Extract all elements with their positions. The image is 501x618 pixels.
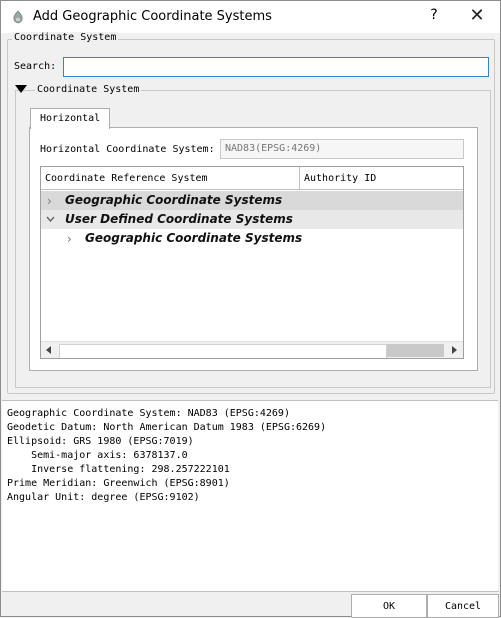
column-header-crs[interactable]: Coordinate Reference System [41,167,300,190]
coordinate-system-subgroup-title[interactable]: Coordinate System [35,84,142,95]
chevron-right-icon[interactable]: › [47,194,52,208]
ok-button[interactable]: OK [351,594,427,618]
column-header-authority-label: Authority ID [304,173,377,184]
close-button[interactable]: ✕ [466,5,488,27]
coordinate-system-group-title: Coordinate System [12,32,119,43]
tree-row[interactable]: › Geographic Coordinate Systems [41,191,463,210]
cancel-button[interactable]: Cancel [427,594,499,618]
tree-row-label: Geographic Coordinate Systems [85,231,303,245]
chevron-right-icon[interactable]: › [67,232,72,246]
app-globe-icon [13,10,23,24]
arrow-right-icon [452,346,457,354]
scrollbar-thumb[interactable] [59,344,387,358]
window-title: Add Geographic Coordinate Systems [33,9,272,24]
column-header-crs-label: Coordinate Reference System [45,173,208,184]
tree-row[interactable]: User Defined Coordinate Systems [41,210,463,229]
details-line: Semi-major axis: 6378137.0 [7,450,188,461]
search-label: Search: [14,61,57,72]
details-line: Geodetic Datum: North American Datum 198… [7,422,327,433]
details-line: Ellipsoid: GRS 1980 (EPSG:7019) [7,436,194,447]
tab-horizontal[interactable]: Horizontal [30,108,110,129]
scrollbar-track[interactable] [387,344,444,357]
ok-button-label: OK [382,601,396,612]
crs-tree-table: Coordinate Reference System Authority ID… [40,166,464,359]
tree-row-label: User Defined Coordinate Systems [65,212,293,226]
horizontal-cs-label: Horizontal Coordinate System: [40,144,215,155]
details-line: Angular Unit: degree (EPSG:9102) [7,492,200,503]
scroll-left-button[interactable] [41,342,58,358]
crs-details-panel: Geographic Coordinate System: NAD83 (EPS… [2,400,498,591]
collapse-triangle-icon[interactable] [15,85,27,93]
horizontal-cs-field: NAD83(EPSG:4269) [220,139,464,159]
title-bar: Add Geographic Coordinate Systems ? ✕ [1,1,500,33]
details-line: Geographic Coordinate System: NAD83 (EPS… [7,408,290,419]
tab-horizontal-label: Horizontal [40,113,101,124]
search-input[interactable] [63,57,489,77]
chevron-down-icon[interactable] [46,216,55,222]
tree-row[interactable]: › Geographic Coordinate Systems [41,229,463,248]
horizontal-cs-value: NAD83(EPSG:4269) [225,143,322,154]
help-button[interactable]: ? [425,7,443,27]
details-line: Inverse flattening: 298.257222101 [7,464,230,475]
tree-row-label: Geographic Coordinate Systems [65,193,283,207]
arrow-left-icon [46,346,51,354]
details-line: Prime Meridian: Greenwich (EPSG:8901) [7,478,230,489]
column-header-authority-id[interactable]: Authority ID [300,167,463,190]
horizontal-scrollbar[interactable] [41,341,463,358]
footer-divider [2,591,499,592]
scroll-right-button[interactable] [446,342,463,358]
add-gcs-dialog: Add Geographic Coordinate Systems ? ✕ Co… [0,0,501,618]
cancel-button-label: Cancel [444,601,482,612]
